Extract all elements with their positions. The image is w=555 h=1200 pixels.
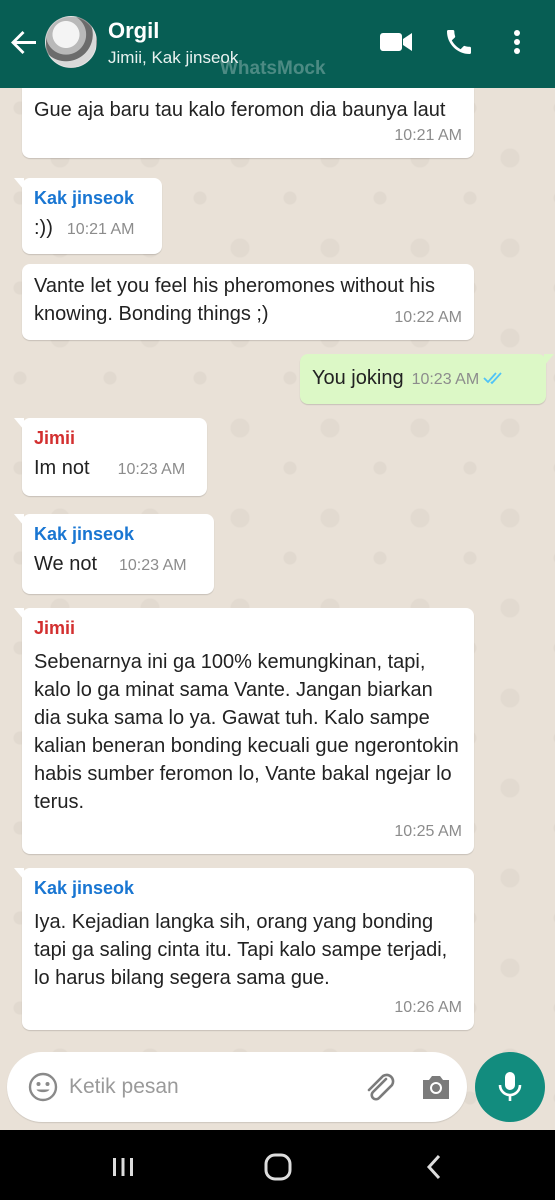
sender-name: Kak jinseok: [34, 188, 135, 208]
recent-apps-icon[interactable]: [108, 1152, 148, 1182]
home-icon[interactable]: [260, 1152, 300, 1182]
nav-back-icon[interactable]: [420, 1152, 460, 1182]
camera-icon[interactable]: [419, 1071, 453, 1103]
paperclip-icon[interactable]: [362, 1071, 398, 1105]
message-bubble[interactable]: Kak jinseok Iya. Kejadian langka sih, or…: [14, 868, 474, 1030]
chat-participants[interactable]: Jimii, Kak jinseok: [108, 48, 238, 68]
read-ticks-icon: [483, 365, 505, 393]
message-time: 10:25 AM: [394, 823, 462, 840]
message-time: 10:21 AM: [394, 127, 462, 144]
message-input[interactable]: [69, 1072, 349, 1102]
message-time: 10:26 AM: [394, 999, 462, 1016]
watermark-text: WhatsMock: [220, 58, 326, 79]
microphone-button[interactable]: [475, 1052, 545, 1122]
message-time: 10:21 AM: [66, 221, 135, 238]
message-bubble[interactable]: Kak jinseok :)) 10:21 AM: [14, 178, 162, 254]
message-bubble[interactable]: Vante let you feel his pheromones withou…: [22, 264, 474, 340]
message-time: 10:23 AM: [411, 371, 480, 388]
message-text: Im not: [34, 457, 90, 479]
message-time: 10:22 AM: [394, 309, 462, 326]
message-bubble[interactable]: Jimii Sebenarnya ini ga 100% kemungkinan…: [14, 608, 474, 854]
sender-name: Kak jinseok: [34, 524, 135, 544]
message-bubble[interactable]: Gue aja baru tau kalo feromon dia baunya…: [22, 88, 474, 158]
chat-title[interactable]: Orgil: [108, 18, 159, 44]
message-text: Gue aja baru tau kalo feromon dia baunya…: [34, 99, 446, 121]
microphone-icon: [498, 1072, 522, 1101]
message-bubble[interactable]: Kak jinseok We not 10:23 AM: [14, 514, 214, 594]
phone-icon[interactable]: [443, 26, 479, 58]
message-text: You joking: [312, 367, 404, 389]
message-text: We not: [34, 553, 97, 575]
message-text: Sebenarnya ini ga 100% kemungkinan, tapi…: [34, 651, 459, 813]
video-camera-icon[interactable]: [378, 26, 414, 58]
more-vertical-icon[interactable]: [505, 26, 529, 58]
system-nav-bar: [0, 1130, 555, 1200]
message-time: 10:23 AM: [117, 461, 186, 478]
message-bubble-outgoing[interactable]: You joking 10:23 AM: [300, 354, 554, 404]
back-arrow-icon[interactable]: [8, 26, 40, 58]
sender-name: Kak jinseok: [34, 878, 135, 898]
message-text: :)): [34, 217, 53, 239]
chat-header: Orgil Jimii, Kak jinseok WhatsMock: [0, 0, 555, 88]
sender-name: Jimii: [34, 428, 76, 448]
message-text: Iya. Kejadian langka sih, orang yang bon…: [34, 911, 448, 989]
sender-name: Jimii: [34, 618, 76, 638]
message-time: 10:23 AM: [119, 557, 187, 574]
group-avatar[interactable]: [45, 16, 97, 68]
smiley-icon[interactable]: [27, 1071, 59, 1103]
message-composer: [7, 1052, 467, 1122]
message-bubble[interactable]: Jimii Im not 10:23 AM: [14, 418, 207, 496]
